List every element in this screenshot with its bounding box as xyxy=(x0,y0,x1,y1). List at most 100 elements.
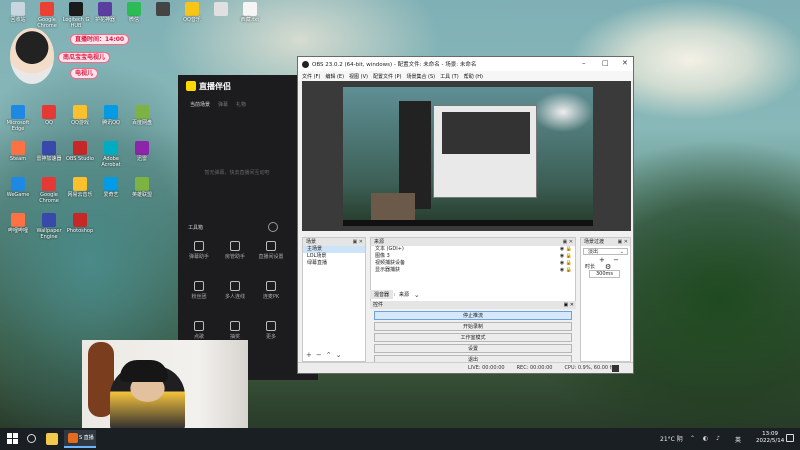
panel-undock-icon[interactable]: ▣ ✕ xyxy=(562,238,573,246)
duration-input[interactable]: 300ms xyxy=(589,270,621,278)
menu-item[interactable]: 工具 (T) xyxy=(440,73,459,80)
desktop-icon[interactable]: 西藏.txt xyxy=(236,2,264,23)
scene-item[interactable]: LOL场景 xyxy=(303,253,365,260)
menu-item[interactable]: 配置文件 (P) xyxy=(373,73,402,80)
toolbox-item[interactable]: 点歌 xyxy=(184,321,214,340)
source-item[interactable]: 显示器捕获 ◉ 🔒 xyxy=(371,267,575,274)
toolbox-item[interactable]: 抽奖 xyxy=(220,321,250,340)
search-icon[interactable] xyxy=(27,434,36,443)
status-rec: REC: 00:00:00 xyxy=(516,365,553,371)
move-down-icon[interactable]: ⌄ xyxy=(336,351,342,359)
app-icon xyxy=(11,105,25,119)
scene-item[interactable]: 绿幕直播 xyxy=(303,260,365,267)
tab-current-scene[interactable]: 当前场景 xyxy=(190,101,210,108)
taskbar-clock[interactable]: 13:09 2022/5/14 xyxy=(756,431,784,445)
input-language[interactable]: 英 xyxy=(735,435,741,444)
source-item[interactable]: 图像 3 ◉ 🔒 xyxy=(371,253,575,260)
visibility-lock-icon[interactable]: ◉ 🔒 xyxy=(560,267,572,274)
desktop-icon[interactable]: Steam xyxy=(4,141,32,162)
toolbox-more-icon[interactable] xyxy=(268,222,278,232)
visibility-lock-icon[interactable]: ◉ 🔒 xyxy=(560,253,572,260)
menu-item[interactable]: 编辑 (E) xyxy=(325,73,344,80)
tool-icon xyxy=(266,241,276,251)
app-icon xyxy=(243,2,257,16)
desktop-icon[interactable]: 护花神器 xyxy=(91,2,119,23)
desktop-icon[interactable]: 雷神加速器 xyxy=(35,141,63,162)
transition-select[interactable]: 淡出 ⌄ xyxy=(583,248,628,255)
desktop-icon[interactable]: 回收站 xyxy=(4,2,32,23)
desktop-icon[interactable]: Google Chrome xyxy=(35,177,63,204)
remove-scene-icon[interactable]: − xyxy=(316,351,322,359)
desktop-icon[interactable]: 英雄联盟 xyxy=(128,177,156,198)
desktop-icon[interactable]: 腾讯QQ xyxy=(97,105,125,126)
visibility-lock-icon[interactable]: ◉ 🔒 xyxy=(560,246,572,253)
toolbox-item[interactable]: 更多 xyxy=(256,321,286,340)
panel-undock-icon[interactable]: ▣ ✕ xyxy=(617,238,628,246)
toolbox-item[interactable]: 房管助手 xyxy=(220,241,250,260)
tab-sources[interactable]: 来源 xyxy=(395,290,414,299)
menu-item[interactable]: 文件 (F) xyxy=(302,73,320,80)
app-icon xyxy=(42,213,56,227)
tab-danmaku[interactable]: 弹幕 xyxy=(218,101,228,108)
windows-start-icon[interactable] xyxy=(7,433,19,445)
desktop-icon[interactable]: 迅雷 xyxy=(128,141,156,162)
desktop-icon[interactable]: OBS Studio xyxy=(66,141,94,162)
close-icon[interactable]: ✕ xyxy=(622,59,628,67)
tab-gifts[interactable]: 礼物 xyxy=(236,101,246,108)
desktop-icon[interactable]: 爱奇艺 xyxy=(97,177,125,198)
desktop-icon[interactable]: 微信 xyxy=(120,2,148,23)
desktop-icon[interactable]: QQ xyxy=(35,105,63,126)
menu-item[interactable]: 场景集合 (S) xyxy=(406,73,435,80)
menu-item[interactable]: 帮助 (H) xyxy=(464,73,483,80)
menu-item[interactable]: 视图 (V) xyxy=(349,73,368,80)
toolbox-item[interactable]: 弹幕助手 xyxy=(184,241,214,260)
weather-widget[interactable]: 21°C 阴 xyxy=(660,434,683,443)
panel-undock-icon[interactable]: ▣ ✕ xyxy=(563,301,574,309)
desktop-icon[interactable]: QQ游戏 xyxy=(66,105,94,126)
source-item[interactable]: 视频捕获设备 ◉ 🔒 xyxy=(371,260,575,267)
control-button[interactable]: 工作室模式 xyxy=(374,333,572,342)
move-up-icon[interactable]: ⌃ xyxy=(326,351,332,359)
source-item[interactable]: 文本 (GDI+) ◉ 🔒 xyxy=(371,246,575,253)
add-transition-icon[interactable]: + xyxy=(599,256,605,264)
minimize-icon[interactable]: – xyxy=(582,59,586,67)
desktop-icon[interactable]: QQ音乐 xyxy=(178,2,206,23)
desktop-icon[interactable]: Wallpaper Engine xyxy=(35,213,63,240)
add-scene-icon[interactable]: + xyxy=(306,351,312,359)
desktop-icon[interactable]: 网易云音乐 xyxy=(66,177,94,198)
desktop-icon[interactable]: WeGame xyxy=(4,177,32,198)
desktop-icon[interactable]: 百度网盘 xyxy=(128,105,156,126)
desktop-icon[interactable]: Adobe Acrobat xyxy=(97,141,125,168)
obs-window: OBS 23.0.2 (64-bit, windows) - 配置文件: 未命名… xyxy=(297,56,634,374)
scenes-panel: 场景 ▣ ✕ 主场景 LOL场景 绿幕直播 + − ⌃ ⌄ xyxy=(302,237,366,362)
tool-icon xyxy=(266,281,276,291)
desktop-icon[interactable]: Photoshop xyxy=(66,213,94,234)
file-explorer-icon[interactable] xyxy=(46,433,58,445)
toolbox-item[interactable]: 粉丝团 xyxy=(184,281,214,300)
tab-mixer[interactable]: 混音器 xyxy=(370,290,394,299)
system-tray-icons[interactable]: ⌃ ◐ ♪ xyxy=(690,435,723,442)
control-button[interactable]: 开始录制 xyxy=(374,322,572,331)
desktop-icon-label: QQ音乐 xyxy=(183,17,201,23)
status-indicator xyxy=(612,365,619,372)
toolbox-item[interactable]: 直播间设置 xyxy=(256,241,286,260)
obs-preview[interactable] xyxy=(302,81,631,231)
control-button[interactable]: 停止推流 xyxy=(374,311,572,320)
panel-undock-icon[interactable]: ▣ ✕ xyxy=(352,238,363,246)
nickname-badge: 电视儿 xyxy=(70,68,99,79)
desktop-icon[interactable] xyxy=(149,2,177,17)
notification-icon[interactable] xyxy=(786,434,794,442)
remove-transition-icon[interactable]: − xyxy=(613,256,619,264)
maximize-icon[interactable]: □ xyxy=(602,59,609,67)
toolbox-item[interactable]: 连麦PK xyxy=(256,281,286,300)
desktop-icon[interactable]: 哔哩哔哩 xyxy=(4,213,32,234)
desktop-icon[interactable]: Logitech G HUB xyxy=(62,2,90,29)
control-button[interactable]: 设置 xyxy=(374,344,572,353)
desktop-icon[interactable]: Microsoft Edge xyxy=(4,105,32,132)
desktop-icon[interactable] xyxy=(207,2,235,17)
desktop-icon[interactable]: Google Chrome xyxy=(33,2,61,29)
scene-item[interactable]: 主场景 xyxy=(303,246,365,253)
toolbox-item[interactable]: 多人连线 xyxy=(220,281,250,300)
desktop-icon-label: Photoshop xyxy=(66,228,94,234)
visibility-lock-icon[interactable]: ◉ 🔒 xyxy=(560,260,572,267)
